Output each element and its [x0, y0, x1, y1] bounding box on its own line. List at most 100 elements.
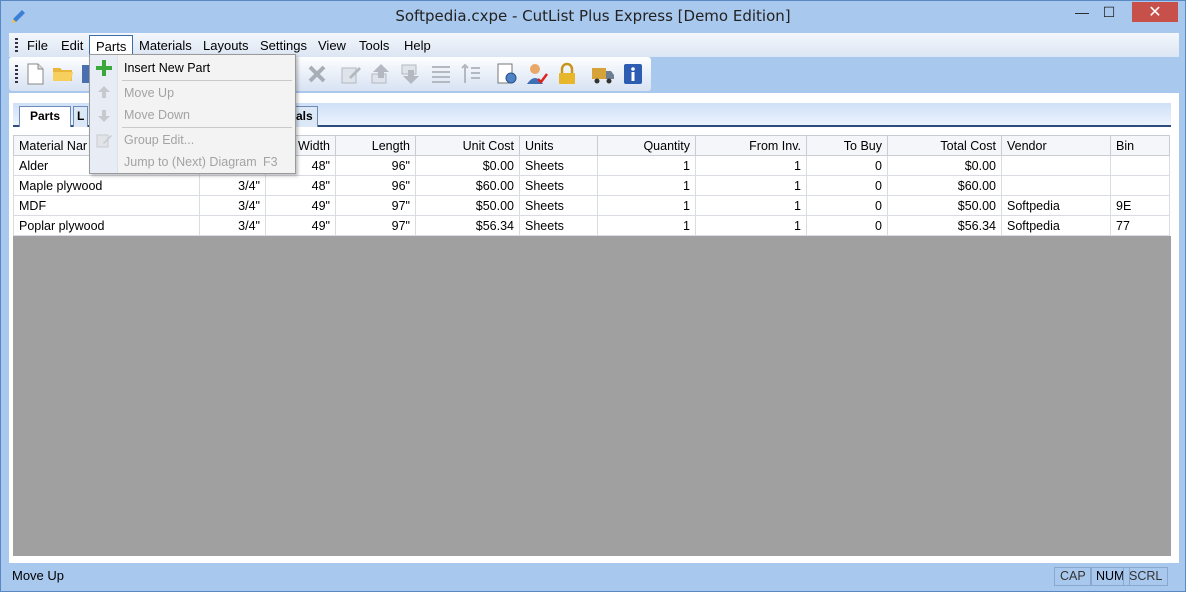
table-row[interactable]: MDF 3/4" 49" 97" $50.00 Sheets 1 1 0 $50…	[13, 195, 1170, 216]
app-window: Softpedia.cxpe - CutList Plus Express [D…	[0, 0, 1186, 592]
menu-layouts[interactable]: Layouts	[197, 35, 255, 55]
cell-from-inv[interactable]: 1	[695, 215, 807, 236]
cell-length[interactable]: 97"	[335, 195, 416, 216]
cell-material[interactable]: Maple plywood	[13, 175, 200, 196]
cell-width[interactable]: 48"	[265, 175, 336, 196]
cell-material[interactable]: Poplar plywood	[13, 215, 200, 236]
cell-to-buy[interactable]: 0	[806, 215, 888, 236]
col-bin[interactable]: Bin	[1110, 135, 1170, 156]
group-edit-icon	[96, 134, 112, 148]
table-row[interactable]: Poplar plywood 3/4" 49" 97" $56.34 Sheet…	[13, 215, 1170, 236]
col-unit-cost[interactable]: Unit Cost	[415, 135, 520, 156]
delete-icon[interactable]	[305, 62, 329, 86]
cell-unit-cost[interactable]: $50.00	[415, 195, 520, 216]
cell-from-inv[interactable]: 1	[695, 155, 807, 176]
maximize-button[interactable]: ☐	[1094, 2, 1124, 22]
menu-materials[interactable]: Materials	[133, 35, 198, 55]
tab-parts[interactable]: Parts	[19, 106, 72, 127]
cell-material[interactable]: MDF	[13, 195, 200, 216]
col-units[interactable]: Units	[519, 135, 598, 156]
cell-width[interactable]: 49"	[265, 215, 336, 236]
cell-thickness[interactable]: 3/4"	[199, 215, 266, 236]
list-icon[interactable]	[429, 62, 453, 86]
user-check-icon[interactable]	[525, 62, 549, 86]
col-from-inv[interactable]: From Inv.	[695, 135, 807, 156]
menu-separator	[122, 80, 292, 81]
cell-units[interactable]: Sheets	[519, 195, 598, 216]
menu-file[interactable]: File	[21, 35, 54, 55]
cell-width[interactable]: 49"	[265, 195, 336, 216]
cell-length[interactable]: 96"	[335, 155, 416, 176]
cell-from-inv[interactable]: 1	[695, 175, 807, 196]
col-length[interactable]: Length	[335, 135, 416, 156]
info-icon[interactable]	[621, 62, 645, 86]
settings-doc-icon[interactable]	[495, 62, 519, 86]
cell-quantity[interactable]: 1	[597, 195, 696, 216]
cell-vendor[interactable]: Softpedia	[1001, 215, 1111, 236]
cell-quantity[interactable]: 1	[597, 155, 696, 176]
col-total-cost[interactable]: Total Cost	[887, 135, 1002, 156]
menu-shortcut: F3	[263, 155, 278, 169]
menu-tools[interactable]: Tools	[353, 35, 395, 55]
cell-quantity[interactable]: 1	[597, 175, 696, 196]
cell-vendor[interactable]: Softpedia	[1001, 195, 1111, 216]
window-title: Softpedia.cxpe - CutList Plus Express [D…	[395, 7, 791, 25]
menu-insert-new-part[interactable]: Insert New Part	[124, 61, 210, 75]
menu-move-down[interactable]: Move Down	[124, 108, 190, 122]
menu-settings[interactable]: Settings	[254, 35, 313, 55]
status-bar: Move Up CAP NUM SCRL	[9, 565, 1179, 587]
cell-unit-cost[interactable]: $0.00	[415, 155, 520, 176]
cell-total-cost[interactable]: $56.34	[887, 215, 1002, 236]
tab-layouts[interactable]: L	[73, 106, 89, 127]
menu-edit[interactable]: Edit	[55, 35, 89, 55]
cell-unit-cost[interactable]: $56.34	[415, 215, 520, 236]
status-cap: CAP	[1054, 567, 1092, 586]
close-button[interactable]: ✕	[1132, 2, 1178, 22]
cell-total-cost[interactable]: $60.00	[887, 175, 1002, 196]
move-up-icon[interactable]	[369, 62, 393, 86]
cell-vendor[interactable]	[1001, 155, 1111, 176]
move-down-icon[interactable]	[399, 62, 423, 86]
toolbar-grip-icon[interactable]	[15, 65, 18, 83]
truck-icon[interactable]	[591, 62, 615, 86]
menu-jump-to-diagram[interactable]: Jump to (Next) Diagram	[124, 155, 257, 169]
open-folder-icon[interactable]	[51, 62, 75, 86]
plus-icon	[96, 60, 112, 76]
cell-bin[interactable]: 77	[1110, 215, 1170, 236]
cell-thickness[interactable]: 3/4"	[199, 195, 266, 216]
cell-to-buy[interactable]: 0	[806, 195, 888, 216]
cell-units[interactable]: Sheets	[519, 215, 598, 236]
cell-to-buy[interactable]: 0	[806, 155, 888, 176]
cell-to-buy[interactable]: 0	[806, 175, 888, 196]
cell-total-cost[interactable]: $50.00	[887, 195, 1002, 216]
new-file-icon[interactable]	[23, 62, 47, 86]
col-to-buy[interactable]: To Buy	[806, 135, 888, 156]
cell-from-inv[interactable]: 1	[695, 195, 807, 216]
menu-move-up[interactable]: Move Up	[124, 86, 174, 100]
col-quantity[interactable]: Quantity	[597, 135, 696, 156]
cell-vendor[interactable]	[1001, 175, 1111, 196]
table-row[interactable]: Maple plywood 3/4" 48" 96" $60.00 Sheets…	[13, 175, 1170, 196]
cell-units[interactable]: Sheets	[519, 175, 598, 196]
menu-view[interactable]: View	[312, 35, 352, 55]
cell-unit-cost[interactable]: $60.00	[415, 175, 520, 196]
cell-total-cost[interactable]: $0.00	[887, 155, 1002, 176]
edit-icon[interactable]	[339, 62, 363, 86]
cell-bin[interactable]: 9E	[1110, 195, 1170, 216]
menu-separator	[122, 127, 292, 128]
cell-thickness[interactable]: 3/4"	[199, 175, 266, 196]
minimize-button[interactable]: —	[1067, 2, 1097, 22]
cell-units[interactable]: Sheets	[519, 155, 598, 176]
cell-bin[interactable]	[1110, 175, 1170, 196]
sort-icon[interactable]	[459, 62, 483, 86]
col-vendor[interactable]: Vendor	[1001, 135, 1111, 156]
menu-parts[interactable]: Parts	[89, 35, 134, 55]
cell-length[interactable]: 97"	[335, 215, 416, 236]
menu-group-edit[interactable]: Group Edit...	[124, 133, 194, 147]
menu-help[interactable]: Help	[398, 35, 437, 55]
lock-icon[interactable]	[555, 62, 579, 86]
cell-length[interactable]: 96"	[335, 175, 416, 196]
cell-bin[interactable]	[1110, 155, 1170, 176]
cell-quantity[interactable]: 1	[597, 215, 696, 236]
menubar-grip-icon[interactable]	[15, 38, 18, 52]
